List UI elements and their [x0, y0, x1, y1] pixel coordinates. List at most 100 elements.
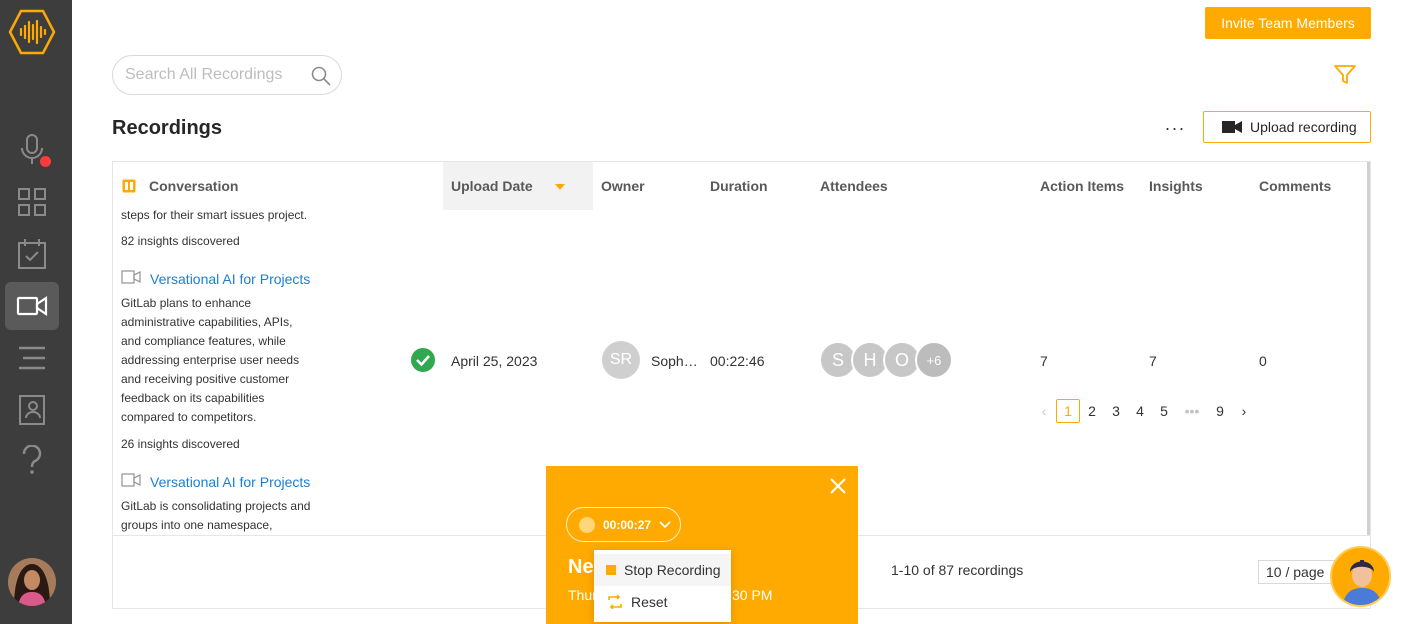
- video-outline-icon: [121, 270, 141, 284]
- reset-menu-item[interactable]: Reset: [594, 586, 731, 618]
- summary-line: GitLab plans to enhance: [121, 296, 252, 310]
- page-size-select[interactable]: 10 / page: [1258, 560, 1338, 584]
- page-ellipsis[interactable]: •••: [1180, 399, 1204, 423]
- column-attendees[interactable]: Attendees: [820, 162, 888, 210]
- row-summary: steps for their smart issues project.: [121, 208, 308, 222]
- pagination-summary: 1-10 of 87 recordings: [891, 562, 1024, 578]
- stop-recording-menu-item[interactable]: Stop Recording: [594, 554, 731, 586]
- recording-timer-toggle[interactable]: 00:00:27: [566, 507, 681, 542]
- page-3[interactable]: 3: [1104, 399, 1128, 423]
- column-comments[interactable]: Comments: [1259, 162, 1331, 210]
- search-bar[interactable]: [112, 55, 342, 95]
- attendees-more-badge[interactable]: +6: [915, 341, 953, 379]
- sort-desc-icon[interactable]: [555, 184, 565, 192]
- recording-date-left: Thur: [568, 587, 597, 603]
- recording-status-dot: [579, 516, 595, 533]
- check-circle-icon: [411, 348, 435, 372]
- row-summary: GitLab is consolidating projects and gro…: [121, 497, 341, 535]
- row-insights-discovered: 26 insights discovered: [121, 437, 240, 451]
- next-page-button[interactable]: ›: [1232, 399, 1256, 423]
- column-action-items[interactable]: Action Items: [1040, 162, 1124, 210]
- assistant-avatar-button[interactable]: [1330, 546, 1391, 607]
- user-photo-icon: [8, 558, 56, 606]
- calendar-check-icon: [18, 239, 46, 269]
- video-outline-icon: [121, 473, 141, 487]
- list-icon: [19, 346, 45, 370]
- sidebar-item-meetings[interactable]: [5, 230, 59, 278]
- column-insights[interactable]: Insights: [1149, 162, 1203, 210]
- column-insights-label: Insights: [1149, 178, 1203, 194]
- recorder-menu: Stop Recording Reset: [594, 550, 731, 622]
- summary-line: feedback on its capabilities: [121, 391, 265, 405]
- upload-recording-label: Upload recording: [1250, 119, 1357, 135]
- recording-title-link[interactable]: Versational AI for Projects: [150, 271, 310, 287]
- action-items-count: 7: [1040, 353, 1048, 369]
- page-2[interactable]: 2: [1080, 399, 1104, 423]
- column-duration-label: Duration: [710, 178, 768, 194]
- recording-title-link[interactable]: Versational AI for Projects: [150, 474, 310, 490]
- comments-count: 0: [1259, 353, 1267, 369]
- summary-line: GitLab is consolidating projects and: [121, 499, 311, 513]
- row-insights-discovered: 82 insights discovered: [121, 234, 240, 248]
- recording-indicator: [40, 156, 51, 167]
- page-9[interactable]: 9: [1208, 399, 1232, 423]
- sidebar-item-record[interactable]: [5, 126, 59, 174]
- columns-settings-icon[interactable]: [122, 179, 136, 193]
- close-icon[interactable]: [828, 476, 848, 496]
- page-5[interactable]: 5: [1152, 399, 1176, 423]
- column-action-items-label: Action Items: [1040, 178, 1125, 194]
- summary-line: administrative capabilities, APIs,: [121, 315, 293, 329]
- column-conversation[interactable]: Conversation: [122, 162, 442, 210]
- summary-line: groups into one namespace,: [121, 518, 273, 532]
- duration: 00:22:46: [710, 353, 765, 369]
- table-scrollbar[interactable]: [1367, 162, 1370, 535]
- reset-icon: [608, 595, 622, 609]
- page-4[interactable]: 4: [1128, 399, 1152, 423]
- summary-line: addressing enterprise user needs: [121, 353, 300, 367]
- page-title: Recordings: [112, 117, 223, 139]
- sidebar-item-help[interactable]: [5, 436, 59, 484]
- stop-square-icon: [606, 565, 616, 575]
- logo-icon[interactable]: [8, 8, 56, 56]
- upload-recording-button[interactable]: Upload recording: [1203, 111, 1371, 143]
- column-upload-date[interactable]: Upload Date: [443, 162, 593, 210]
- sidebar-item-recordings[interactable]: [5, 282, 59, 330]
- page-1[interactable]: 1: [1056, 399, 1080, 423]
- column-upload-date-label: Upload Date: [451, 178, 533, 194]
- owner-avatar: SR: [602, 341, 640, 379]
- column-duration[interactable]: Duration: [710, 162, 768, 210]
- recording-timer: 00:00:27: [603, 517, 652, 532]
- summary-line: compared to competitors.: [121, 410, 257, 424]
- row-summary: GitLab plans to enhance administrative c…: [121, 294, 321, 427]
- insights-count: 7: [1149, 353, 1157, 369]
- search-icon[interactable]: [311, 66, 331, 86]
- video-camera-icon: [1222, 121, 1242, 133]
- reset-label: Reset: [631, 594, 668, 610]
- help-icon: [22, 445, 42, 474]
- sidebar-item-dashboard[interactable]: [5, 178, 59, 226]
- page-size-value: 10 / page: [1266, 564, 1325, 580]
- sidebar-item-list[interactable]: [5, 334, 59, 382]
- prev-page-button[interactable]: ‹: [1032, 399, 1056, 423]
- column-owner-label: Owner: [601, 178, 645, 194]
- stop-recording-label: Stop Recording: [624, 562, 721, 578]
- filter-icon[interactable]: [1334, 65, 1356, 85]
- column-attendees-label: Attendees: [820, 178, 888, 194]
- table-header: Conversation Upload Date Owner Duration …: [113, 162, 1370, 210]
- chevron-down-icon: [659, 520, 671, 528]
- owner-name: Soph…: [651, 353, 698, 369]
- column-conversation-label: Conversation: [149, 178, 239, 194]
- user-avatar[interactable]: [8, 558, 56, 606]
- recording-date-right: 30 PM: [732, 587, 773, 603]
- column-owner[interactable]: Owner: [601, 162, 645, 210]
- invite-team-members-button[interactable]: Invite Team Members: [1205, 7, 1371, 39]
- summary-line: and compliance features, while: [121, 334, 286, 348]
- column-comments-label: Comments: [1259, 178, 1332, 194]
- recording-title: Ne: [568, 556, 594, 578]
- video-icon: [16, 295, 48, 317]
- assistant-avatar-icon: [1332, 548, 1389, 605]
- search-input[interactable]: [125, 66, 305, 84]
- more-options-button[interactable]: ···: [1158, 112, 1192, 144]
- sidebar-item-contacts[interactable]: [5, 386, 59, 434]
- grid-icon: [18, 188, 46, 216]
